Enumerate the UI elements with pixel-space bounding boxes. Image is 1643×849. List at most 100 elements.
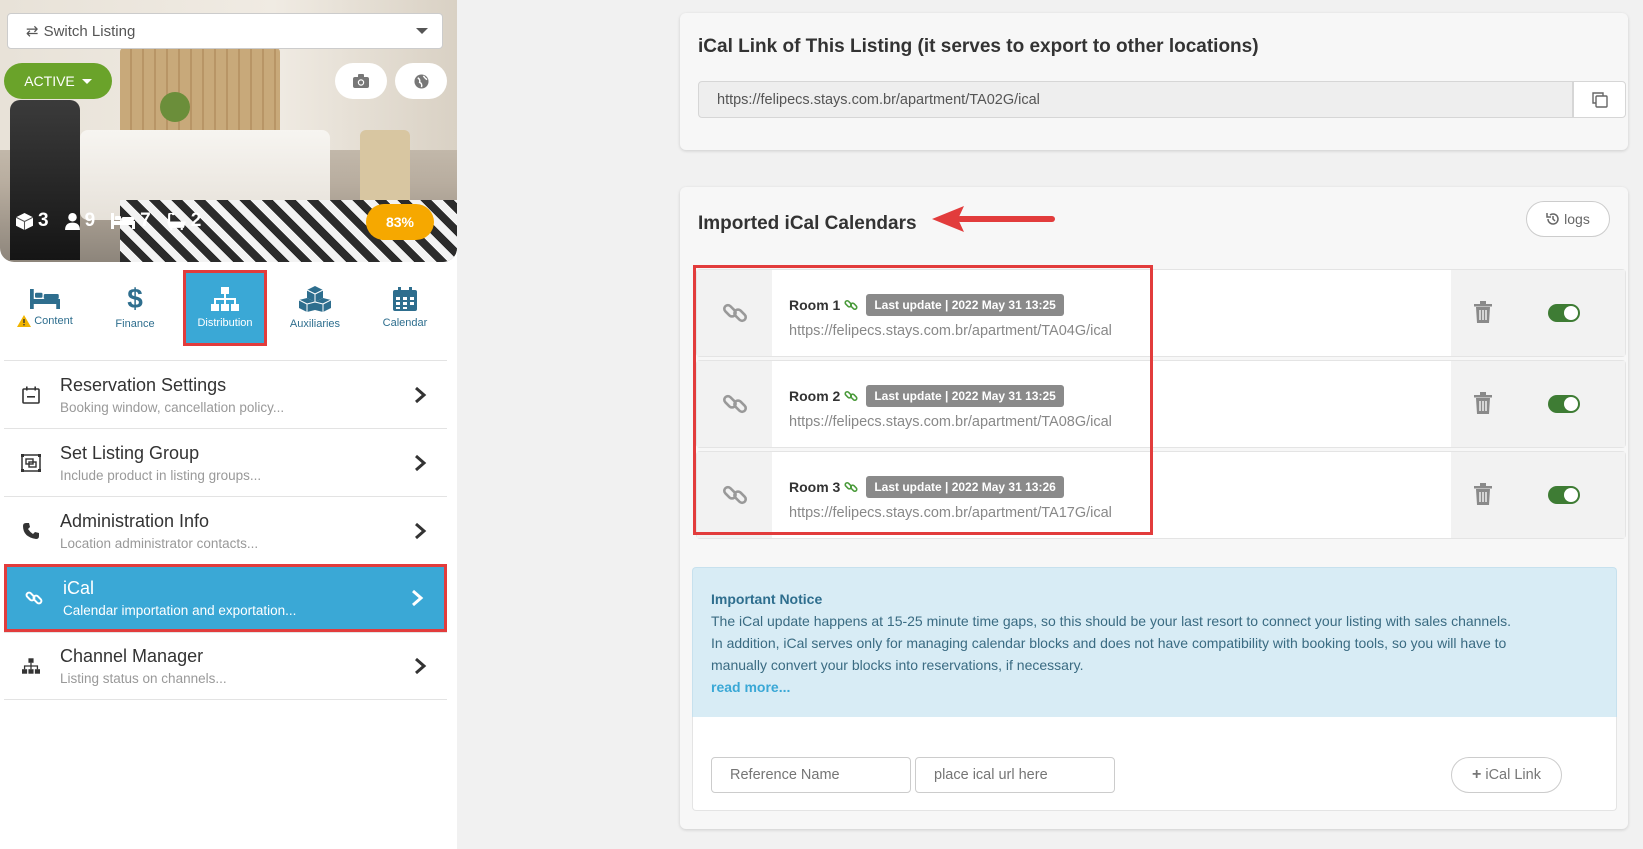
globe-icon (413, 73, 429, 89)
user-icon (64, 212, 80, 230)
annotation-arrow-icon (932, 206, 1055, 232)
object-group-icon (20, 452, 42, 474)
calendar-url: https://felipecs.stays.com.br/apartment/… (789, 414, 1112, 430)
trash-icon[interactable] (1474, 483, 1492, 505)
dollar-icon: $ (127, 283, 143, 314)
settings-menu: Reservation Settings Booking window, can… (4, 360, 447, 700)
tab-content[interactable]: Content (3, 270, 87, 346)
history-icon (1546, 213, 1559, 225)
photos-button[interactable] (335, 63, 387, 99)
calendar-name: Room 1 Last update | 2022 May 31 13:25 (789, 294, 1064, 316)
chevron-right-icon (415, 454, 427, 471)
phone-icon (20, 520, 42, 542)
menu-item-subtitle: Booking window, cancellation policy... (60, 399, 285, 415)
export-card-title: iCal Link of This Listing (it serves to … (698, 36, 1259, 57)
calendar-icon (393, 287, 417, 311)
calendar-row: Room 2 Last update | 2022 May 31 13:25 h… (696, 360, 1626, 448)
chevron-down-icon (81, 78, 92, 84)
room-name-text: Room 2 (789, 388, 841, 404)
rooms-count: 3 (38, 210, 49, 231)
tab-auxiliaries-label: Auxiliaries (289, 318, 341, 330)
room-name-text: Room 3 (789, 479, 841, 495)
calendar-minus-icon (20, 384, 42, 406)
cubes-icon (299, 286, 331, 312)
camera-icon (353, 74, 369, 88)
menu-item-subtitle: Location administrator contacts... (60, 535, 259, 551)
ical-url-input[interactable] (915, 757, 1115, 793)
chevron-right-icon (415, 657, 427, 675)
menu-item-title: Set Listing Group (60, 442, 200, 463)
chevron-right-icon (415, 522, 427, 539)
read-more-link[interactable]: read more... (711, 676, 1598, 698)
enable-toggle[interactable] (1548, 486, 1580, 504)
guests-count: 9 (84, 210, 96, 231)
trash-icon[interactable] (1474, 301, 1492, 323)
link-icon (697, 270, 772, 356)
logs-button[interactable]: logs (1526, 201, 1610, 237)
rooms-stat: 3 (16, 210, 49, 232)
beds-stat: 7 (111, 210, 151, 232)
calendar-name: Room 3 Last update | 2022 May 31 13:26 (789, 476, 1064, 498)
status-dropdown-button[interactable]: ACTIVE (4, 63, 112, 99)
warning-icon (17, 315, 32, 327)
add-ical-link-label: iCal Link (1485, 767, 1541, 783)
copy-icon (1591, 91, 1608, 108)
bed-icon (30, 289, 60, 309)
link-icon (23, 587, 45, 609)
listing-stats: 3 9 7 2 (16, 210, 201, 232)
guests-stat: 9 (64, 210, 96, 232)
menu-item-channel-manager[interactable]: Channel Manager Listing status on channe… (4, 632, 447, 700)
last-update-badge: Last update | 2022 May 31 13:25 (866, 385, 1064, 407)
baths-count: 2 (190, 210, 202, 231)
calendar-name: Room 2 Last update | 2022 May 31 13:25 (789, 385, 1064, 407)
completion-badge: 83% (366, 204, 434, 240)
menu-item-ical[interactable]: iCal Calendar importation and exportatio… (4, 564, 447, 632)
menu-item-set-listing-group[interactable]: Set Listing Group Include product in lis… (4, 428, 447, 496)
plus-icon: + (1472, 766, 1482, 783)
enable-toggle[interactable] (1548, 304, 1580, 322)
switch-listing-dropdown[interactable]: ⇄ Switch Listing (7, 13, 443, 49)
cube-icon (16, 212, 33, 230)
export-url-field[interactable]: https://felipecs.stays.com.br/apartment/… (698, 81, 1573, 118)
beds-count: 7 (140, 210, 151, 231)
status-label: ACTIVE (24, 73, 75, 89)
chevron-right-icon (412, 589, 424, 607)
menu-item-reservation-settings[interactable]: Reservation Settings Booking window, can… (4, 360, 447, 428)
menu-item-administration-info[interactable]: Administration Info Location administrat… (4, 496, 447, 564)
switch-listing-label: Switch Listing (43, 22, 136, 40)
switch-icon: ⇄ (26, 23, 39, 40)
sitemap-icon (211, 287, 239, 311)
add-ical-link-button[interactable]: + iCal Link (1451, 757, 1562, 793)
map-button[interactable] (395, 63, 447, 99)
tab-calendar[interactable]: Calendar (363, 270, 447, 346)
tab-auxiliaries[interactable]: Auxiliaries (273, 270, 357, 346)
sitemap-icon (20, 655, 42, 677)
room-name-text: Room 1 (789, 297, 841, 313)
listing-tabs: Content $ Finance Distribution Auxiliari… (0, 270, 457, 350)
tab-distribution[interactable]: Distribution (183, 270, 267, 346)
calendar-url: https://felipecs.stays.com.br/apartment/… (789, 323, 1112, 339)
menu-item-title: Administration Info (60, 510, 210, 531)
add-ical-form: + iCal Link (692, 717, 1617, 811)
trash-icon[interactable] (1474, 392, 1492, 414)
copy-button[interactable] (1573, 81, 1626, 118)
row-actions (1451, 452, 1625, 538)
listing-photo: ⇄ Switch Listing ACTIVE 3 9 7 2 83% (0, 0, 457, 262)
tab-content-label: Content (34, 315, 73, 327)
tab-calendar-label: Calendar (382, 317, 428, 329)
row-actions (1451, 270, 1625, 356)
link-icon (697, 361, 772, 447)
reference-name-input[interactable] (711, 757, 911, 793)
link-status-icon (844, 391, 858, 401)
calendar-row: Room 3 Last update | 2022 May 31 13:26 h… (696, 451, 1626, 539)
menu-item-title: Channel Manager (60, 646, 204, 666)
menu-item-title: iCal (63, 578, 95, 598)
enable-toggle[interactable] (1548, 395, 1580, 413)
imported-card-title: Imported iCal Calendars (698, 213, 917, 234)
link-status-icon (844, 482, 858, 492)
ical-export-card: iCal Link of This Listing (it serves to … (680, 13, 1628, 150)
sidebar: ⇄ Switch Listing ACTIVE 3 9 7 2 83% Cont… (0, 0, 457, 849)
important-notice: Important Notice The iCal update happens… (692, 567, 1617, 717)
tab-finance[interactable]: $ Finance (93, 270, 177, 346)
imported-calendars-card: Imported iCal Calendars logs Room 1 Last… (680, 187, 1628, 829)
